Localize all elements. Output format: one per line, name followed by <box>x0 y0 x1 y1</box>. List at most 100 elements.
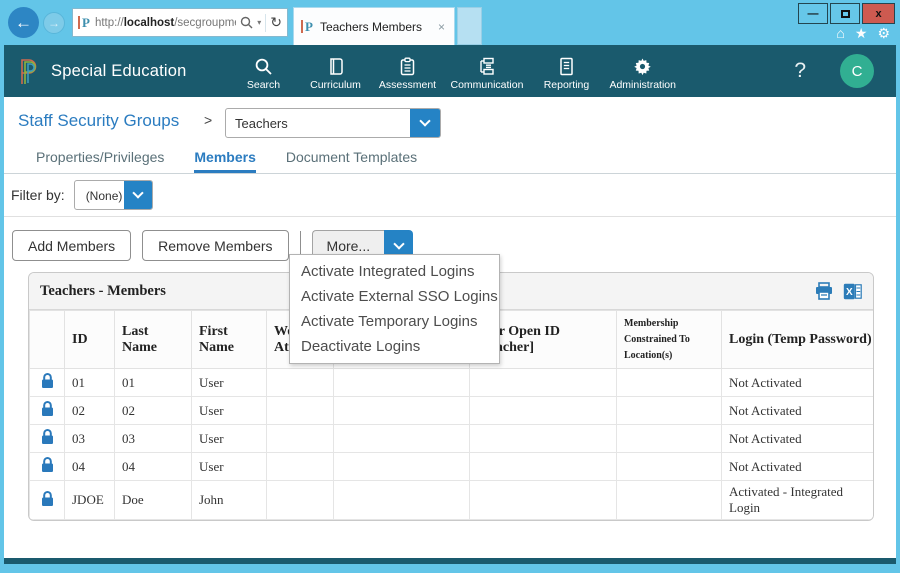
close-icon: x <box>875 8 881 20</box>
curriculum-book-icon <box>326 57 345 76</box>
tab-properties-privileges[interactable]: Properties/Privileges <box>36 144 164 173</box>
cell-open-id-admin <box>334 453 470 481</box>
search-icon[interactable] <box>240 16 253 29</box>
address-bar[interactable]: P http://localhost/secgroupmembers.a ▾ ↻ <box>72 8 288 37</box>
chevron-down-icon <box>419 115 430 126</box>
cell-works-at <box>267 425 334 453</box>
lock-icon <box>40 372 55 389</box>
maximize-button[interactable] <box>830 3 860 24</box>
administration-gear-icon <box>633 57 652 76</box>
chevron-down-icon <box>393 238 404 249</box>
nav-item-reporting[interactable]: Reporting <box>537 51 595 91</box>
tab-document-templates[interactable]: Document Templates <box>286 144 417 173</box>
export-excel-icon[interactable]: X <box>843 283 862 300</box>
remove-members-button[interactable]: Remove Members <box>142 230 288 261</box>
cell-membership <box>617 397 722 425</box>
nav-label: Search <box>247 79 280 91</box>
members-panel-title: Teachers - Members <box>40 283 166 300</box>
breadcrumb-link[interactable]: Staff Security Groups <box>18 111 179 131</box>
print-icon[interactable] <box>814 282 834 300</box>
close-button[interactable]: x <box>862 3 895 24</box>
menu-item-activate-external-sso-logins[interactable]: Activate External SSO Logins <box>290 284 499 309</box>
table-row[interactable]: JDOE Doe John Activated - Integrated Log… <box>30 481 875 520</box>
nav-item-curriculum[interactable]: Curriculum <box>307 51 365 91</box>
col-first-name: First Name <box>192 311 267 369</box>
cell-membership <box>617 369 722 397</box>
table-row[interactable]: 03 03 User Not Activated <box>30 425 875 453</box>
cell-open-id-admin <box>334 397 470 425</box>
minimize-icon: — <box>808 8 819 20</box>
forward-arrow-icon: → <box>48 16 60 30</box>
breadcrumb-row: Staff Security Groups > Teachers <box>4 97 896 144</box>
help-button[interactable]: ? <box>794 59 806 83</box>
address-divider <box>265 14 266 32</box>
add-members-button[interactable]: Add Members <box>12 230 131 261</box>
group-selector[interactable]: Teachers <box>225 108 441 138</box>
browser-tab-active[interactable]: P Teachers Members × <box>293 7 455 45</box>
nav-label: Administration <box>609 79 676 91</box>
menu-item-activate-integrated-logins[interactable]: Activate Integrated Logins <box>290 259 499 284</box>
browser-forward-button[interactable]: → <box>43 12 65 34</box>
cell-membership <box>617 481 722 520</box>
cell-open-id-teacher <box>470 425 617 453</box>
address-caret-icon[interactable]: ▾ <box>257 18 261 27</box>
section-tabs: Properties/Privileges Members Document T… <box>4 144 896 174</box>
filter-selector[interactable]: (None) <box>74 180 153 210</box>
col-membership-constrained: Membership Constrained To Location(s) <box>617 311 722 369</box>
nav-item-communication[interactable]: Communication <box>451 51 524 91</box>
cell-id: 04 <box>65 453 115 481</box>
browser-action-icons: ⌂ ★ ⚙ <box>836 25 890 42</box>
cell-id: JDOE <box>65 481 115 520</box>
nav-item-assessment[interactable]: Assessment <box>379 51 437 91</box>
nav-item-administration[interactable]: Administration <box>609 51 676 91</box>
app-logo-icon <box>18 56 40 86</box>
col-login: Login (Temp Password) <box>722 311 875 369</box>
menu-item-activate-temporary-logins[interactable]: Activate Temporary Logins <box>290 309 499 334</box>
table-row[interactable]: 01 01 User Not Activated <box>30 369 875 397</box>
cell-open-id-teacher <box>470 397 617 425</box>
cell-open-id-admin <box>334 369 470 397</box>
table-row[interactable]: 04 04 User Not Activated <box>30 453 875 481</box>
group-selector-dropdown-button[interactable] <box>410 109 440 137</box>
lock-icon <box>40 490 55 507</box>
tab-title: Teachers Members <box>320 20 436 34</box>
cell-last-name: 02 <box>115 397 192 425</box>
nav-label: Curriculum <box>310 79 361 91</box>
nav-label: Communication <box>451 79 524 91</box>
menu-item-deactivate-logins[interactable]: Deactivate Logins <box>290 334 499 359</box>
tools-gear-icon[interactable]: ⚙ <box>877 25 890 42</box>
assessment-clipboard-icon <box>398 57 417 76</box>
filter-dropdown-button[interactable] <box>124 181 152 209</box>
refresh-icon[interactable]: ↻ <box>270 14 282 31</box>
cell-first-name: User <box>192 425 267 453</box>
filter-selector-value: (None) <box>75 181 124 209</box>
tab-members[interactable]: Members <box>194 144 255 173</box>
cell-login: Not Activated <box>722 397 875 425</box>
browser-back-button[interactable]: ← <box>8 7 39 38</box>
reporting-document-icon <box>557 57 576 76</box>
maximize-icon <box>841 10 850 18</box>
favorites-star-icon[interactable]: ★ <box>855 25 868 42</box>
cell-last-name: 04 <box>115 453 192 481</box>
cell-login: Not Activated <box>722 453 875 481</box>
cell-works-at <box>267 481 334 520</box>
tab-close-icon[interactable]: × <box>436 20 447 34</box>
nav-label: Reporting <box>544 79 590 91</box>
home-icon[interactable]: ⌂ <box>836 25 844 42</box>
cell-id: 03 <box>65 425 115 453</box>
col-last-name: Last Name <box>115 311 192 369</box>
app-title: Special Education <box>51 62 187 81</box>
cell-open-id-teacher <box>470 369 617 397</box>
cell-open-id-admin <box>334 481 470 520</box>
lock-icon <box>40 400 55 417</box>
cell-login: Activated - Integrated Login <box>722 481 875 520</box>
user-avatar[interactable]: C <box>840 54 874 88</box>
browser-new-tab-stub[interactable] <box>457 7 482 45</box>
cell-open-id-teacher <box>470 481 617 520</box>
minimize-button[interactable]: — <box>798 3 828 24</box>
table-row[interactable]: 02 02 User Not Activated <box>30 397 875 425</box>
nav-label: Assessment <box>379 79 436 91</box>
cell-login: Not Activated <box>722 369 875 397</box>
nav-item-search[interactable]: Search <box>235 51 293 91</box>
cell-login: Not Activated <box>722 425 875 453</box>
